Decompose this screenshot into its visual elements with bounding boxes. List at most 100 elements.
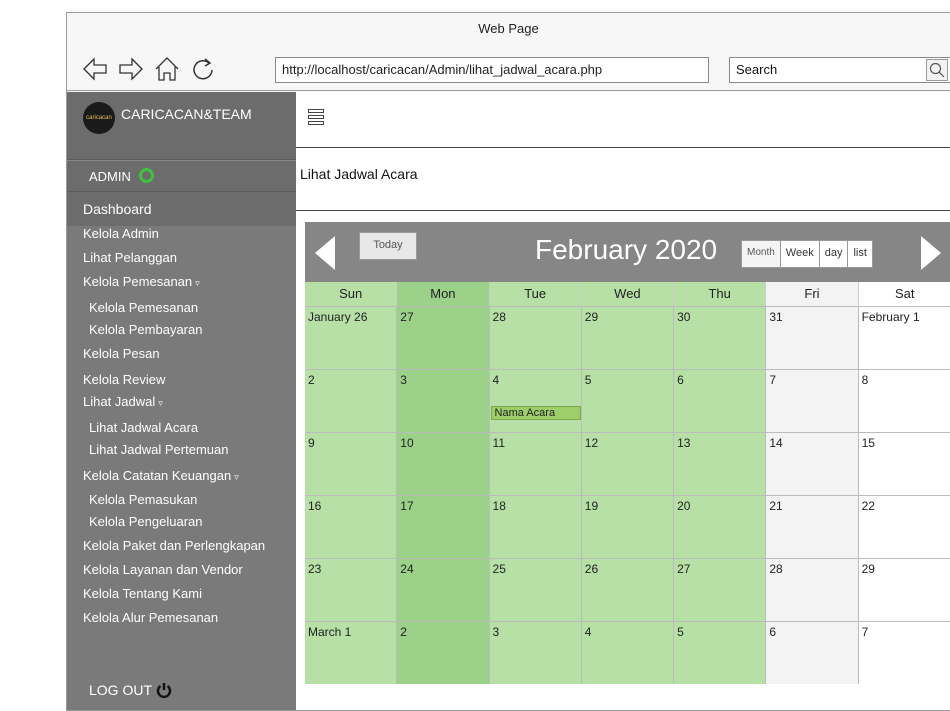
today-button[interactable]: Today xyxy=(359,232,417,260)
sidebar-item-label: Kelola Alur Pemesanan xyxy=(83,610,219,625)
calendar-day-cell[interactable]: 7 xyxy=(858,622,950,684)
calendar-day-cell[interactable]: 30 xyxy=(674,307,767,369)
logout-label: LOG OUT xyxy=(89,682,153,698)
calendar-day-cell[interactable]: 6 xyxy=(766,622,859,684)
day-number: 27 xyxy=(400,310,414,324)
sidebar-item[interactable]: Kelola Paket dan Perlengkapan xyxy=(83,538,265,553)
calendar-day-cell[interactable]: 7 xyxy=(766,370,859,432)
calendar-day-cell[interactable]: 2 xyxy=(397,622,490,684)
day-number: 5 xyxy=(677,625,684,639)
calendar-day-cell[interactable]: 4 Nama Acara xyxy=(489,370,582,432)
calendar-day-cell[interactable]: 22 xyxy=(858,496,950,558)
day-number: 29 xyxy=(861,562,875,576)
sidebar-item[interactable]: Kelola Review xyxy=(83,372,165,387)
refresh-icon[interactable] xyxy=(189,55,217,83)
calendar-day-cell[interactable]: 3 xyxy=(397,370,490,432)
calendar-day-cell[interactable]: 21 xyxy=(766,496,859,558)
calendar-day-cell[interactable]: 3 xyxy=(489,622,582,684)
calendar-day-cell[interactable]: 12 xyxy=(581,433,675,495)
calendar-day-cell[interactable]: 13 xyxy=(674,433,767,495)
sidebar-item-label: Kelola Pesan xyxy=(83,346,160,361)
sidebar-item-label: Lihat Jadwal Acara xyxy=(89,420,199,435)
calendar-day-cell[interactable]: 5 xyxy=(674,622,767,684)
calendar-day-cell[interactable]: 27 xyxy=(674,559,767,621)
sidebar-item[interactable]: Lihat Pelanggan xyxy=(83,250,177,265)
sidebar-item[interactable]: Kelola Catatan Keuangan ▿ xyxy=(83,468,239,483)
day-number: 30 xyxy=(677,310,691,324)
calendar-day-cell[interactable]: 27 xyxy=(397,307,490,369)
sidebar-item[interactable]: Kelola Pengeluaran xyxy=(89,514,202,529)
view-week-button[interactable]: Week xyxy=(780,241,820,267)
calendar-day-cell[interactable]: 17 xyxy=(397,496,490,558)
calendar-week-row: 23 24 25 26 27 28 29 xyxy=(305,558,950,621)
calendar-day-cell[interactable]: 20 xyxy=(674,496,767,558)
day-number: 3 xyxy=(400,373,407,387)
calendar-day-cell[interactable]: 28 xyxy=(766,559,859,621)
url-bar[interactable]: http://localhost/caricacan/Admin/lihat_j… xyxy=(275,57,709,83)
view-month-button[interactable]: Month xyxy=(742,241,781,267)
sidebar-item[interactable]: Kelola Layanan dan Vendor xyxy=(83,562,243,577)
calendar-day-cell[interactable]: 8 xyxy=(858,370,950,432)
day-number: 4 xyxy=(492,373,500,387)
sidebar-item-label: Kelola Tentang Kami xyxy=(83,586,203,601)
calendar-day-cell[interactable]: 18 xyxy=(489,496,582,558)
sidebar-item[interactable]: Kelola Pemesanan ▿ xyxy=(83,274,200,289)
calendar-day-cell[interactable]: February 1 xyxy=(858,307,950,369)
sidebar-brand[interactable]: caricacan CARICACAN&TEAM xyxy=(67,92,296,160)
caret-down-icon: ▿ xyxy=(158,398,163,408)
day-number: 13 xyxy=(677,436,691,450)
calendar-day-cell[interactable]: 19 xyxy=(581,496,675,558)
calendar-day-cell[interactable]: 15 xyxy=(858,433,950,495)
calendar-day-cell[interactable]: 10 xyxy=(397,433,490,495)
home-icon[interactable] xyxy=(153,55,181,83)
sidebar-item[interactable]: Lihat Jadwal Pertemuan xyxy=(89,442,228,457)
calendar-day-cell[interactable]: January 26 xyxy=(305,307,398,369)
calendar-day-cell[interactable]: 25 xyxy=(489,559,582,621)
sidebar-item[interactable]: Kelola Alur Pemesanan xyxy=(83,610,218,625)
calendar-day-cell[interactable]: 6 xyxy=(674,370,767,432)
sidebar-item[interactable]: Lihat Jadwal ▿ xyxy=(83,394,163,409)
forward-arrow-icon[interactable] xyxy=(117,55,145,83)
day-number: 17 xyxy=(400,499,414,513)
admin-label: ADMIN xyxy=(89,169,131,184)
view-switcher: Month Week day list xyxy=(741,240,873,268)
prev-month-icon[interactable] xyxy=(313,236,339,270)
sidebar-item[interactable]: Kelola Pembayaran xyxy=(89,322,202,337)
sidebar-item[interactable]: Kelola Tentang Kami xyxy=(83,586,202,601)
calendar-day-cell[interactable]: March 1 xyxy=(305,622,398,684)
calendar-day-cell[interactable]: 5 xyxy=(581,370,675,432)
sidebar-item[interactable]: Kelola Pemasukan xyxy=(89,492,197,507)
admin-profile[interactable]: ADMIN xyxy=(67,160,296,192)
next-month-icon[interactable] xyxy=(917,236,943,270)
calendar-day-cell[interactable]: 28 xyxy=(489,307,582,369)
caret-down-icon: ▿ xyxy=(195,278,200,288)
day-number: 11 xyxy=(492,436,505,450)
calendar: Today February 2020 Month Week day list … xyxy=(305,222,950,710)
calendar-day-cell[interactable]: 16 xyxy=(305,496,398,558)
logout-button[interactable]: LOG OUT xyxy=(89,682,172,698)
sidebar-item[interactable]: Kelola Admin xyxy=(83,226,159,241)
search-icon[interactable] xyxy=(926,59,948,81)
search-input[interactable]: Search xyxy=(729,57,950,83)
sidebar-item[interactable]: Kelola Pemesanan xyxy=(89,300,198,315)
calendar-event[interactable]: Nama Acara xyxy=(490,406,581,420)
calendar-day-cell[interactable]: 29 xyxy=(581,307,675,369)
back-arrow-icon[interactable] xyxy=(81,55,109,83)
view-list-button[interactable]: list xyxy=(848,241,872,267)
day-number: 24 xyxy=(400,562,414,576)
calendar-day-cell[interactable]: 4 xyxy=(581,622,675,684)
calendar-day-cell[interactable]: 23 xyxy=(305,559,398,621)
calendar-day-cell[interactable]: 31 xyxy=(766,307,859,369)
sidebar-item[interactable]: Lihat Jadwal Acara xyxy=(89,420,198,435)
sidebar-item-dashboard[interactable]: Dashboard xyxy=(67,192,296,226)
calendar-day-cell[interactable]: 29 xyxy=(858,559,950,621)
calendar-day-cell[interactable]: 24 xyxy=(397,559,490,621)
view-day-button[interactable]: day xyxy=(819,241,849,267)
calendar-day-cell[interactable]: 9 xyxy=(305,433,398,495)
calendar-day-cell[interactable]: 14 xyxy=(766,433,859,495)
calendar-day-cell[interactable]: 11 xyxy=(489,433,582,495)
calendar-day-cell[interactable]: 2 xyxy=(305,370,398,432)
hamburger-menu-icon[interactable] xyxy=(308,109,324,127)
calendar-day-cell[interactable]: 26 xyxy=(581,559,675,621)
sidebar-item[interactable]: Kelola Pesan xyxy=(83,346,160,361)
